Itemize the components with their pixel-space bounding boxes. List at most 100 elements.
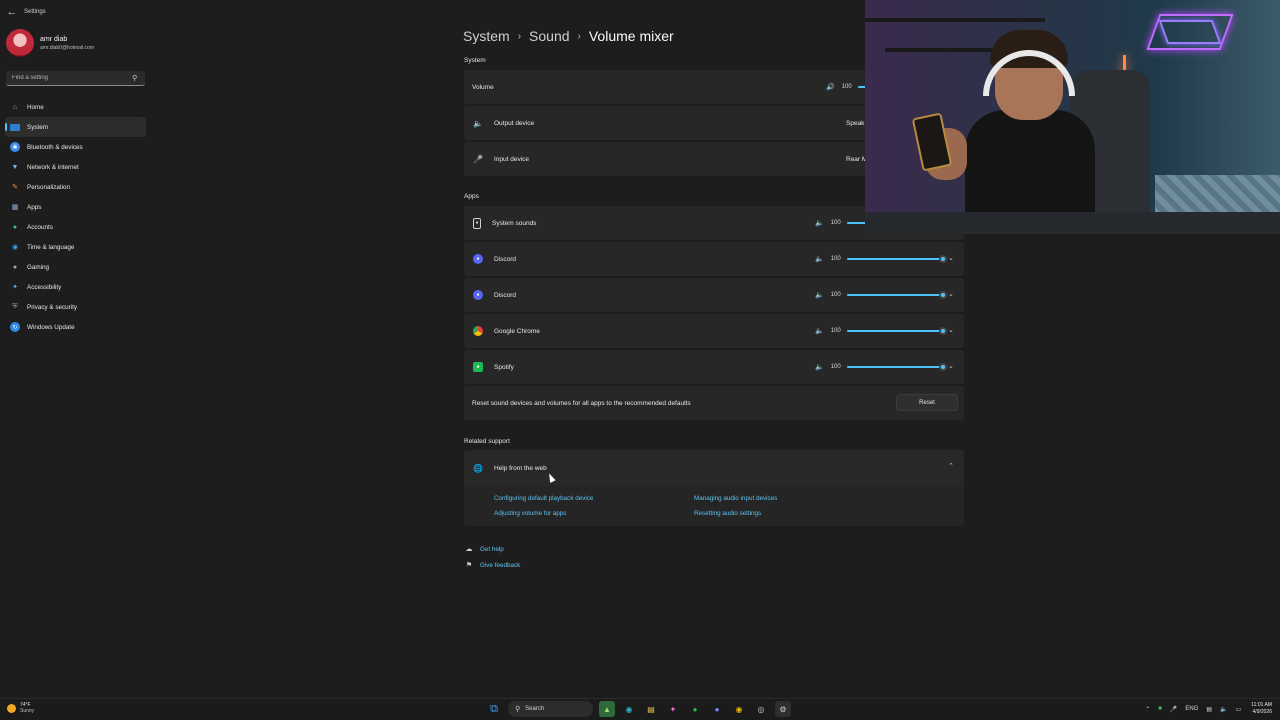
volume-icon[interactable]: 🔈 [1220,706,1227,713]
tray-app-icon[interactable]: ■ [1158,706,1162,712]
search-icon: ⚲ [515,706,521,713]
microphone-icon[interactable]: 🎤 [1170,706,1177,713]
battery-icon[interactable]: ▭ [1236,706,1242,713]
sidebar-item-system[interactable]: System [5,117,146,137]
edge-icon[interactable]: ◉ [621,701,637,717]
sidebar-item-network[interactable]: ▼ Network & internet [5,157,146,177]
sidebar-item-privacy[interactable]: ⛨ Privacy & security [5,297,146,317]
sidebar-item-personalization[interactable]: ✎ Personalization [5,177,146,197]
user-profile[interactable]: amr diab amr.diab0@hotmail.com [6,29,94,57]
find-setting-box[interactable]: ⚲ [6,71,145,86]
breadcrumb: System › Sound › Volume mixer [463,28,674,44]
app-row: ● Discord 🔈 100 ⌄ [464,242,964,276]
search-icon[interactable]: ⚲ [132,74,137,82]
microphone-icon: 🎤 [473,154,483,164]
help-from-web-header[interactable]: 🌐 Help from the web ⌃ [464,450,964,486]
clock-time: 11:01 AM [1251,702,1272,708]
app-volume-value: 100 [830,292,841,298]
output-device-value[interactable]: Speak [846,120,864,127]
rug [1155,175,1280,215]
gamepad-icon: ● [12,263,18,271]
sidebar-item-accounts[interactable]: ● Accounts [5,217,146,237]
sidebar-item-label: Apps [27,203,42,211]
globe-clock-icon: ◉ [11,244,19,251]
sidebar-item-windows-update[interactable]: ↻ Windows Update [5,317,146,337]
spotify-icon[interactable]: ● [687,701,703,717]
sidebar-item-bluetooth[interactable]: ✱ Bluetooth & devices [5,137,146,157]
home-icon: ⌂ [12,103,18,111]
app-row: ● Spotify 🔈 100 ⌄ [464,350,964,384]
app-volume-value: 100 [830,220,841,226]
settings-gear-icon[interactable]: ⚙ [775,701,791,717]
sidebar-item-label: Accounts [27,223,53,231]
back-button[interactable]: ← [2,0,22,24]
neon-light [1158,20,1222,44]
chevron-down-icon[interactable]: ⌄ [948,326,954,334]
speaker-icon[interactable]: 🔈 [815,255,824,263]
weather-condition: Sunny [20,708,35,714]
help-link[interactable]: Configuring default playback device [494,495,593,502]
chevron-down-icon[interactable]: ⌄ [948,362,954,370]
apps-icon: ▦ [11,204,19,211]
sidebar-item-apps[interactable]: ▦ Apps [5,197,146,217]
clock[interactable]: 11:01 AM 4/9/2026 [1251,702,1272,716]
windows-start-icon[interactable]: ⧉ [486,701,502,717]
page-title: Volume mixer [588,28,674,44]
search-input[interactable] [10,74,132,82]
sidebar-item-gaming[interactable]: ● Gaming [5,257,146,277]
speaker-icon[interactable]: 🔈 [815,219,824,227]
slider-thumb[interactable] [938,327,947,335]
chevron-up-icon[interactable]: ⌃ [1145,706,1150,713]
help-link[interactable]: Managing audio input devices [694,495,777,502]
sidebar-item-home[interactable]: ⌂ Home [5,97,146,117]
app-volume-slider[interactable] [846,363,947,371]
accessibility-icon: ✦ [12,284,18,291]
app-volume-slider[interactable] [846,327,947,335]
copilot-icon[interactable]: ✦ [665,701,681,717]
system-tray: ⌃ ■ 🎤 ENG ▤ 🔈 ▭ 11:01 AM 4/9/2026 [1137,701,1272,717]
language-indicator[interactable]: ENG [1185,706,1198,712]
widgets-icon[interactable]: ▲ [599,701,615,717]
network-icon[interactable]: ▤ [1206,706,1212,713]
bluetooth-icon: ✱ [10,142,20,152]
app-volume-slider[interactable] [846,255,947,263]
help-link[interactable]: Resetting audio settings [694,510,761,517]
discord-icon[interactable]: ● [709,701,725,717]
chrome-icon[interactable]: ◉ [731,701,747,717]
get-help-link[interactable]: ☁ Get help [464,545,504,554]
sidebar-item-label: Time & language [27,243,75,251]
help-link[interactable]: Adjusting volume for apps [494,510,566,517]
input-device-label: Input device [494,155,530,163]
breadcrumb-sound[interactable]: Sound [529,28,569,44]
feedback-icon: ⚑ [465,562,473,569]
speaker-icon[interactable]: 🔈 [815,363,824,371]
reset-button[interactable]: Reset [896,394,958,411]
slider-thumb[interactable] [938,363,947,371]
avatar [6,29,34,57]
sidebar-item-label: Accessibility [27,283,62,291]
speaker-icon[interactable]: 🔈 [815,291,824,299]
breadcrumb-system[interactable]: System [463,28,510,44]
file-explorer-icon[interactable]: ▤ [643,701,659,717]
speaker-icon[interactable]: 🔈 [815,327,824,335]
help-panel-title: Help from the web [494,464,547,472]
app-volume-slider[interactable] [846,291,947,299]
chevron-down-icon[interactable]: ⌄ [948,290,954,298]
app-row: Google Chrome 🔈 100 ⌄ [464,314,964,348]
discord-icon: ● [473,290,483,300]
chevron-up-icon[interactable]: ⌃ [948,462,954,470]
chevron-down-icon[interactable]: ⌄ [948,254,954,262]
app-name: Spotify [494,363,514,371]
slider-thumb[interactable] [938,255,947,263]
obs-icon[interactable]: ◎ [753,701,769,717]
slider-fill [846,330,943,332]
taskbar-search[interactable]: ⚲ Search [508,701,593,717]
speaker-icon[interactable]: 🔊 [826,83,835,91]
system-sounds-icon: ● [473,217,481,229]
give-feedback-link[interactable]: ⚑ Give feedback [464,561,520,570]
sidebar-item-time-language[interactable]: ◉ Time & language [5,237,146,257]
help-chat-icon: ☁ [465,546,473,553]
sidebar-item-accessibility[interactable]: ✦ Accessibility [5,277,146,297]
weather-widget[interactable]: 74°F Sunny [7,702,34,714]
slider-thumb[interactable] [938,291,947,299]
